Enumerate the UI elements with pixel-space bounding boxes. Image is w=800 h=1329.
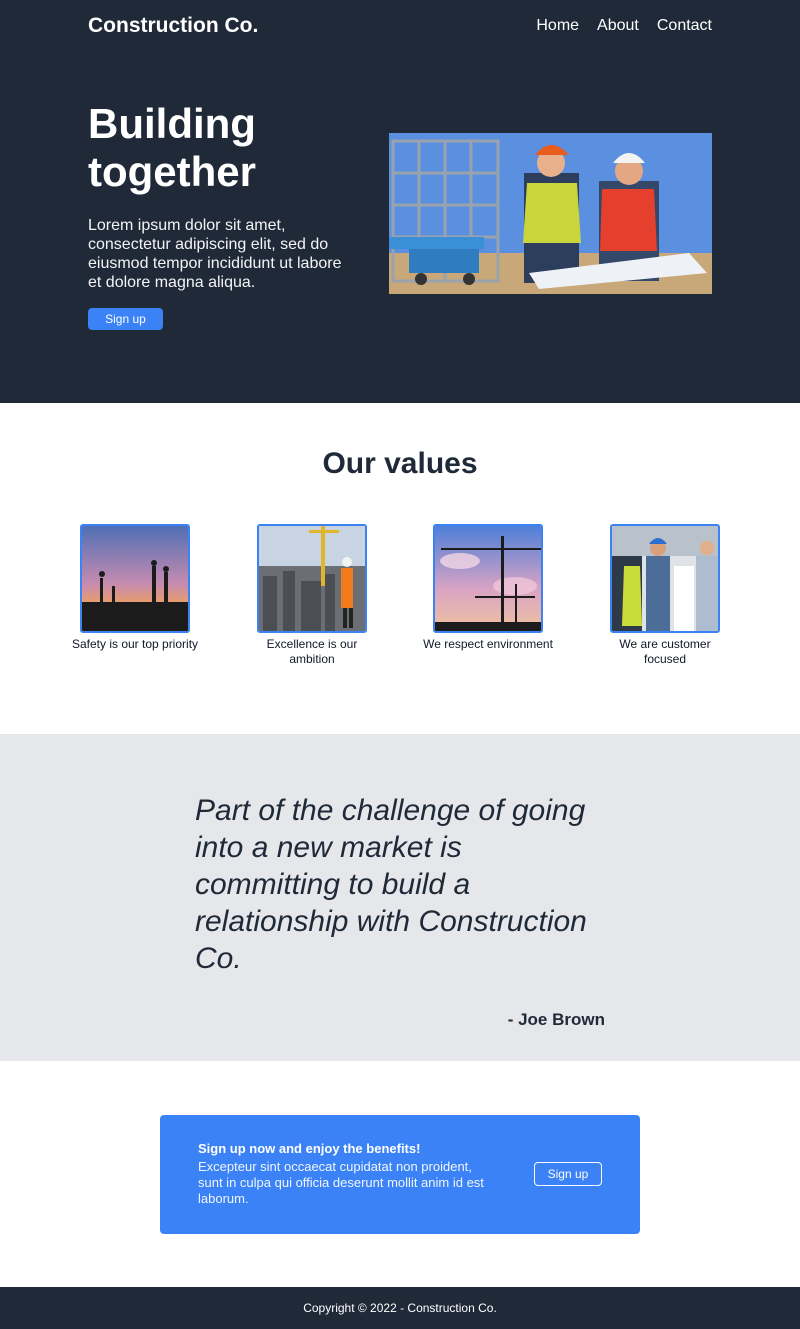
hero-title: Building together (88, 100, 358, 196)
value-label-safety: Safety is our top priority (71, 637, 199, 651)
hero-text: Building together Lorem ipsum dolor sit … (88, 100, 358, 330)
cta-description: Excepteur sint occaecat cupidatat non pr… (198, 1159, 484, 1206)
value-image-safety (80, 524, 190, 633)
value-card-excellence: Excellence is our ambition (247, 524, 377, 667)
site-logo[interactable]: Construction Co. (88, 14, 258, 38)
testimonial-quote: Part of the challenge of going into a ne… (195, 794, 587, 975)
value-label-environment: We respect environment (423, 637, 553, 651)
hero-image-construction-workers (389, 133, 712, 294)
hero-section: Construction Co. Home About Contact Buil… (0, 0, 800, 403)
testimonial-author: - Joe Brown (507, 1010, 605, 1029)
value-image-excellence (257, 524, 367, 633)
footer: Copyright © 2022 - Construction Co. (0, 1287, 800, 1329)
nav-link-about[interactable]: About (597, 17, 639, 35)
values-section: Our values Safety is our top priority Ex… (0, 403, 800, 734)
cta-box: Sign up now and enjoy the benefits! Exce… (160, 1115, 640, 1234)
handshake-illustration (612, 526, 718, 631)
hero-title-line1: Building (88, 100, 256, 147)
cta-section: Sign up now and enjoy the benefits! Exce… (0, 1061, 800, 1287)
value-card-customer: We are customer focused (600, 524, 730, 667)
value-card-environment: We respect environment (423, 524, 553, 652)
footer-copyright: Copyright © 2022 - Construction Co. (303, 1301, 497, 1315)
top-nav: Construction Co. Home About Contact (88, 12, 712, 40)
cranes-sky-illustration (435, 526, 541, 631)
sunset-workers-illustration (82, 526, 188, 631)
hero-description: Lorem ipsum dolor sit amet, consectetur … (88, 217, 342, 291)
nav-link-contact[interactable]: Contact (657, 17, 712, 35)
value-label-excellence: Excellence is our ambition (266, 637, 358, 666)
value-label-customer: We are customer focused (619, 637, 711, 666)
value-card-safety: Safety is our top priority (70, 524, 200, 652)
hero-signup-button[interactable]: Sign up (88, 308, 163, 330)
testimonial-section: Part of the challenge of going into a ne… (0, 734, 800, 1061)
cta-title: Sign up now and enjoy the benefits! (198, 1141, 421, 1156)
nav-links: Home About Contact (536, 17, 712, 35)
nav-link-home[interactable]: Home (536, 17, 579, 35)
hero-image-illustration (389, 133, 712, 294)
value-image-customer (610, 524, 720, 633)
value-image-environment (433, 524, 543, 633)
city-construction-illustration (259, 526, 365, 631)
cta-signup-button[interactable]: Sign up (534, 1162, 602, 1186)
values-title: Our values (322, 447, 478, 480)
hero-title-line2: together (88, 148, 256, 195)
